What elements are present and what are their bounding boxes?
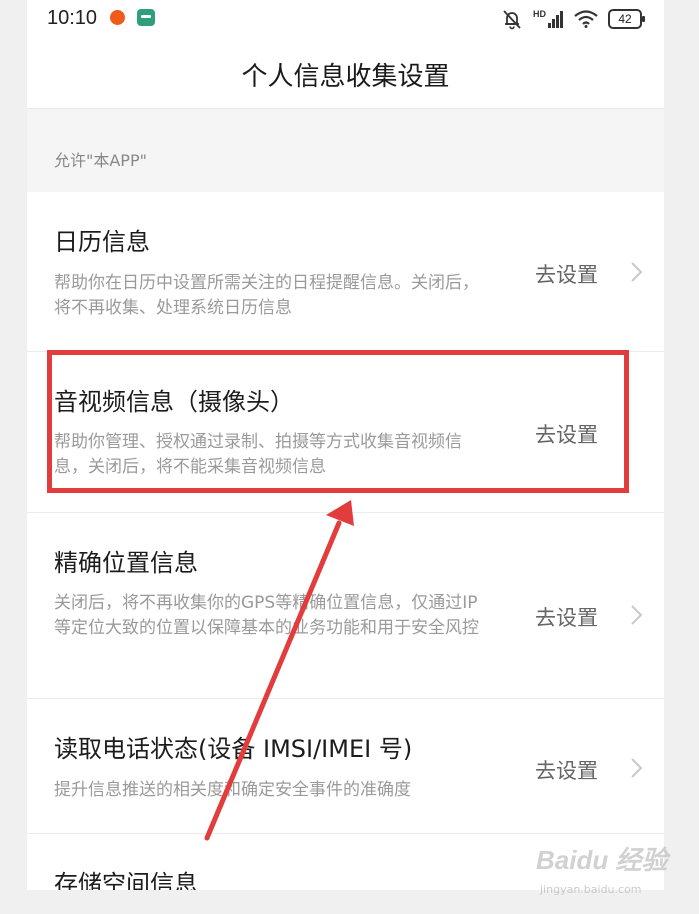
annotation-highlight-box xyxy=(47,350,629,493)
baidu-watermark-logo: Baidu 经验 xyxy=(536,845,668,875)
item-title: 存储空间信息 xyxy=(54,870,198,890)
item-title: 日历信息 xyxy=(54,228,150,256)
item-description: 提升信息推送的相关度和确定安全事件的准确度 xyxy=(54,780,411,800)
settings-list: 日历信息 帮助你在日历中设置所需关注的日程提醒信息。关闭后，将不再收集、处理系统… xyxy=(27,192,664,890)
item-description: 关闭后，将不再收集你的GPS等精确位置信息，仅通过IP等定位大致的位置以保障基本… xyxy=(54,593,479,638)
setting-item-calendar[interactable]: 日历信息 帮助你在日历中设置所需关注的日程提醒信息。关闭后，将不再收集、处理系统… xyxy=(27,192,664,352)
go-settings-link[interactable]: 去设置 xyxy=(535,259,598,289)
battery-icon: 42 xyxy=(608,9,645,29)
status-icons: HD 42 xyxy=(501,6,645,32)
title-bar: 个人信息收集设置 xyxy=(27,38,664,109)
battery-level: 42 xyxy=(618,12,632,26)
chevron-right-icon xyxy=(631,605,643,625)
status-bar: 10:10 HD 42 xyxy=(27,0,664,38)
status-time: 10:10 xyxy=(47,7,98,29)
wifi-icon xyxy=(574,10,598,28)
item-title: 读取电话状态(设备 IMSI/IMEI 号) xyxy=(54,735,413,763)
chevron-right-icon xyxy=(631,262,643,282)
network-label: HD xyxy=(533,9,546,19)
setting-item-location[interactable]: 精确位置信息 关闭后，将不再收集你的GPS等精确位置信息，仅通过IP等定位大致的… xyxy=(27,513,664,699)
page-title: 个人信息收集设置 xyxy=(241,62,450,92)
baidu-watermark-url: jingyan.baidu.com xyxy=(540,883,642,896)
notification-app-icon xyxy=(110,10,125,25)
go-settings-link[interactable]: 去设置 xyxy=(535,602,598,632)
cellular-signal-icon: HD xyxy=(533,10,564,28)
go-settings-link[interactable]: 去设置 xyxy=(535,755,598,785)
item-description: 帮助你在日历中设置所需关注的日程提醒信息。关闭后，将不再收集、处理系统日历信息 xyxy=(54,273,479,318)
message-app-icon xyxy=(137,9,155,26)
section-label: 允许"本APP" xyxy=(54,151,147,170)
section-header: 允许"本APP" xyxy=(27,109,664,192)
chevron-right-icon xyxy=(631,758,643,778)
mute-bell-icon xyxy=(503,10,521,30)
item-title: 精确位置信息 xyxy=(54,549,198,577)
setting-item-phone-state[interactable]: 读取电话状态(设备 IMSI/IMEI 号) 提升信息推送的相关度和确定安全事件… xyxy=(27,699,664,834)
